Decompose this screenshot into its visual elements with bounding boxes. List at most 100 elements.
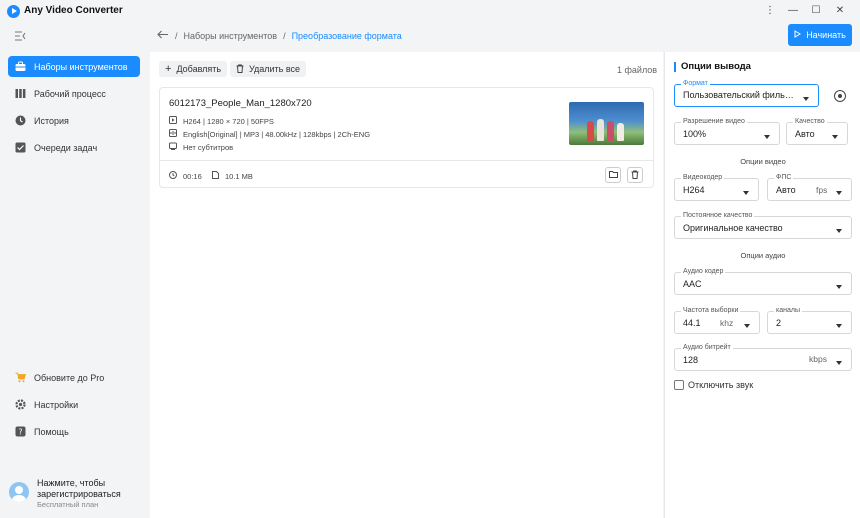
mute-checkbox[interactable] xyxy=(674,380,684,390)
audio-codec-value: AAC xyxy=(683,279,702,289)
fps-label: ФПС xyxy=(774,174,794,181)
resolution-label: Разрешение видео xyxy=(681,118,747,125)
register-link[interactable]: Нажмите, чтобы зарегистрироваться xyxy=(37,478,137,500)
format-label: Формат xyxy=(681,80,710,87)
sample-rate-label: Частота выборки xyxy=(681,307,741,314)
sidebar-item-label: Помощь xyxy=(34,426,69,437)
fps-value: Авто xyxy=(776,185,796,195)
sidebar-item-task-queue[interactable]: Очереди задач xyxy=(8,137,140,158)
video-thumbnail[interactable] xyxy=(569,102,644,145)
format-select[interactable]: Формат Пользовательский филь… xyxy=(674,80,819,107)
video-info-row: H264 | 1280 × 720 | 50FPS xyxy=(169,116,274,126)
start-button[interactable]: Начинать xyxy=(788,24,852,46)
breadcrumb-current: Преобразование формата xyxy=(291,30,402,41)
sidebar-item-settings[interactable]: Настройки xyxy=(8,394,140,415)
sidebar-item-label: Очереди задач xyxy=(34,142,98,153)
history-icon xyxy=(15,115,26,126)
duration: 00:16 xyxy=(169,171,202,181)
play-icon xyxy=(794,30,802,40)
thumbnail-figure xyxy=(597,119,604,141)
file-count: 1 файлов xyxy=(617,65,658,75)
chevron-down-icon xyxy=(836,228,842,233)
delete-all-label: Удалить все xyxy=(249,64,301,74)
delete-all-button[interactable]: Удалить все xyxy=(230,61,307,77)
plus-icon: + xyxy=(165,62,172,75)
folder-icon xyxy=(608,170,618,180)
sidebar-item-help[interactable]: ? Помощь xyxy=(8,421,140,442)
thumbnail-figure xyxy=(607,121,614,141)
chevron-down-icon xyxy=(832,134,838,139)
close-button[interactable]: ✕ xyxy=(832,3,848,19)
avatar[interactable] xyxy=(9,482,29,502)
quality-select[interactable]: Качество Авто xyxy=(786,118,848,145)
channels-label: каналы xyxy=(774,307,802,314)
delete-file-button[interactable] xyxy=(627,167,643,183)
cart-icon xyxy=(15,372,26,383)
breadcrumb: / Наборы инструментов / Преобразование ф… xyxy=(157,30,402,41)
audio-bitrate-value: 128 xyxy=(683,355,699,365)
audio-codec-select[interactable]: Аудио кодер AAC xyxy=(674,268,852,295)
open-folder-button[interactable] xyxy=(605,167,621,183)
audio-options-header: Опции аудио xyxy=(740,251,786,260)
clock-icon xyxy=(169,171,177,181)
back-arrow-icon[interactable] xyxy=(157,30,169,41)
app-title: Any Video Converter xyxy=(24,5,123,16)
subtitle-info: Нет субтитров xyxy=(183,142,234,152)
video-codec-select[interactable]: Видеокодер H264 xyxy=(674,174,759,201)
add-file-button[interactable]: + Добавлять xyxy=(159,61,228,77)
card-divider xyxy=(160,160,653,161)
plan-label: Бесплатный план xyxy=(37,500,99,509)
workflow-icon xyxy=(15,88,26,99)
file-size: 10.1 MB xyxy=(212,171,253,181)
sidebar-item-label: Обновите до Pro xyxy=(34,372,105,383)
maximize-button[interactable]: ☐ xyxy=(808,3,824,19)
format-settings-icon[interactable] xyxy=(834,90,846,102)
resolution-value: 100% xyxy=(683,129,707,139)
audio-info-row: English[Original] | MP3 | 48.00kHz | 128… xyxy=(169,129,370,139)
trash-icon xyxy=(631,170,639,181)
quality-label: Качество xyxy=(793,118,827,125)
constant-quality-select[interactable]: Постоянное качество Оригинальное качеств… xyxy=(674,212,852,239)
thumbnail-figure xyxy=(617,123,624,141)
more-menu-icon[interactable]: ⋮ xyxy=(762,3,778,19)
toolbox-icon xyxy=(15,61,26,72)
sidebar-item-upgrade[interactable]: Обновите до Pro xyxy=(8,367,140,388)
chevron-down-icon xyxy=(803,96,809,101)
task-queue-icon xyxy=(15,142,26,153)
channels-select[interactable]: каналы 2 xyxy=(767,307,852,334)
breadcrumb-separator: / xyxy=(283,30,286,41)
video-icon xyxy=(169,116,177,126)
breadcrumb-parent[interactable]: Наборы инструментов xyxy=(184,31,278,41)
sidebar-item-label: Наборы инструментов xyxy=(34,61,128,72)
thumbnail-figure xyxy=(587,121,594,141)
fps-select[interactable]: ФПС Авто fps xyxy=(767,174,852,201)
channels-value: 2 xyxy=(776,318,782,328)
audio-icon xyxy=(169,129,177,139)
subtitle-info-row: Нет субтитров xyxy=(169,142,233,152)
file-size-value: 10.1 MB xyxy=(225,171,253,181)
app-logo-icon xyxy=(7,5,20,18)
sample-rate-select[interactable]: Частота выборки 44.1 khz xyxy=(674,307,760,334)
sidebar-item-workflow[interactable]: Рабочий процесс xyxy=(8,83,140,104)
sidebar-item-toolboxes[interactable]: Наборы инструментов xyxy=(8,56,140,77)
minimize-button[interactable]: — xyxy=(785,3,801,19)
sidebar-item-label: Рабочий процесс xyxy=(34,88,106,99)
mute-label[interactable]: Отключить звук xyxy=(688,380,753,390)
audio-codec-label: Аудио кодер xyxy=(681,268,726,275)
chevron-down-icon xyxy=(764,134,770,139)
trash-icon xyxy=(236,64,244,75)
svg-text:?: ? xyxy=(18,428,22,437)
format-value: Пользовательский филь… xyxy=(683,90,794,100)
audio-bitrate-select[interactable]: Аудио битрейт 128 kbps xyxy=(674,344,852,371)
output-options-title: Опции вывода xyxy=(674,61,751,72)
sidebar-item-history[interactable]: История xyxy=(8,110,140,131)
file-name: 6012173_People_Man_1280x720 xyxy=(169,98,312,109)
sample-rate-value: 44.1 xyxy=(683,318,701,328)
video-codec-label: Видеокодер xyxy=(681,174,725,181)
duration-value: 00:16 xyxy=(183,171,202,181)
collapse-sidebar-icon[interactable] xyxy=(14,31,26,41)
resolution-select[interactable]: Разрешение видео 100% xyxy=(674,118,780,145)
chevron-down-icon xyxy=(743,190,749,195)
sidebar-item-label: Настройки xyxy=(34,399,79,410)
video-codec-value: H264 xyxy=(683,185,705,195)
